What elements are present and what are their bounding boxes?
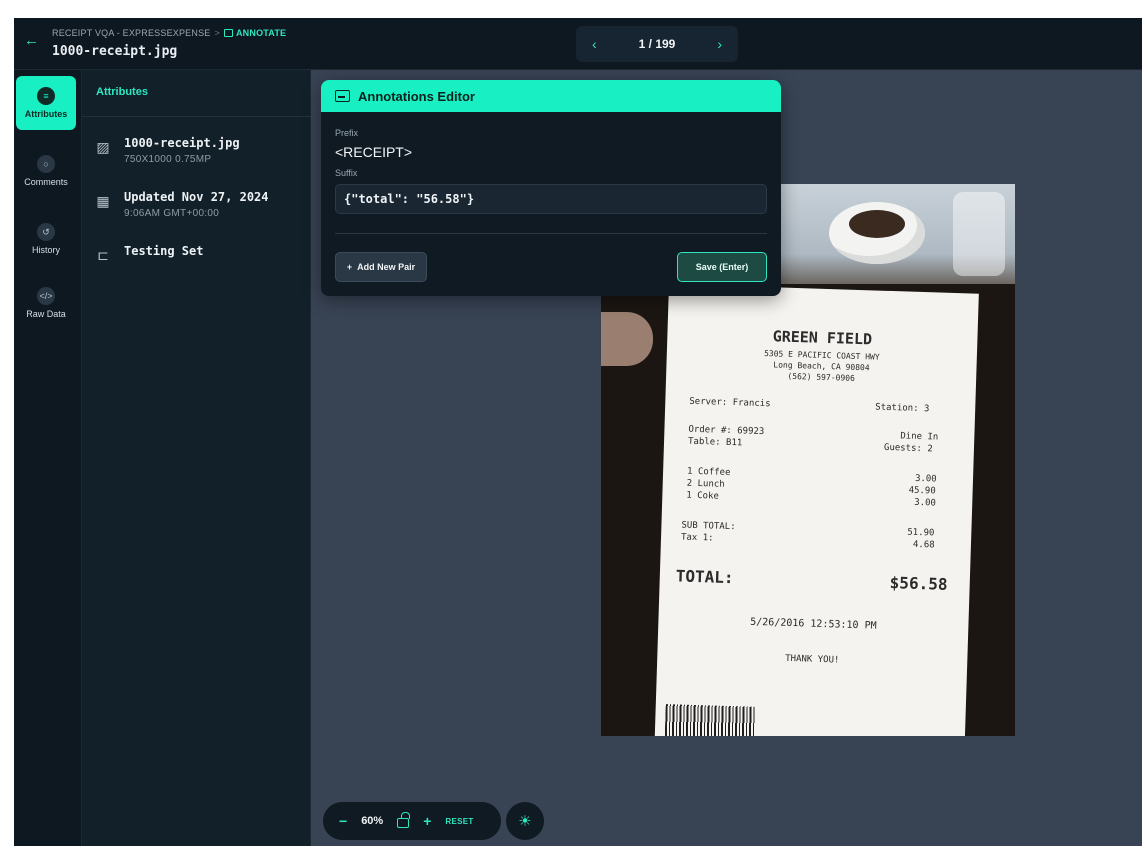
sidebar-rail: ≡ Attributes ○ Comments ↺ History </> Ra… [14, 70, 82, 846]
receipt-item: 2 Lunch [686, 478, 725, 490]
sidebar-item-label: Attributes [24, 109, 68, 119]
page-title: 1000-receipt.jpg [52, 44, 178, 59]
sidebar-item-history[interactable]: ↺ History [16, 212, 76, 266]
divider [82, 116, 311, 117]
add-new-pair-button[interactable]: + Add New Pair [335, 252, 427, 282]
unlock-icon[interactable] [397, 812, 411, 828]
editor-title: Annotations Editor [358, 88, 475, 104]
editor-header[interactable]: Annotations Editor [321, 80, 781, 112]
breadcrumb-separator: > [214, 28, 220, 38]
sidebar-item-raw-data[interactable]: </> Raw Data [16, 276, 76, 330]
receipt-subtotal: 51.90 [907, 527, 935, 539]
sidebar-item-label: History [31, 245, 60, 255]
annotate-icon [223, 29, 233, 37]
image-icon: ▨ [96, 139, 110, 155]
receipt-tax-label: Tax 1: [680, 532, 714, 544]
pager-count: 1 / 199 [638, 37, 676, 51]
receipt-order: Order #: 69923 [688, 424, 765, 438]
reset-button[interactable]: RESET [445, 817, 473, 826]
attributes-title: Attributes [96, 86, 148, 98]
prefix-value[interactable]: <RECEIPT> [335, 144, 412, 160]
water-glass [953, 192, 1005, 276]
attribute-updated: ▦ Updated Nov 27, 2024 9:06AM GMT+00:00 [94, 190, 269, 219]
thumb [601, 312, 653, 366]
sidebar-item-label: Raw Data [26, 309, 66, 319]
add-new-pair-label: Add New Pair [357, 262, 416, 272]
attribute-set[interactable]: ⊏ Testing Set [94, 244, 203, 264]
suffix-label: Suffix [335, 168, 358, 178]
chevron-right-icon[interactable]: › [717, 36, 722, 52]
barcode [664, 704, 756, 736]
breadcrumb-current: ANNOTATE [223, 28, 287, 38]
pager: ‹ 1 / 199 › [576, 26, 738, 62]
attribute-updated-label: Updated Nov 27, 2024 [124, 190, 269, 204]
receipt-table: Table: B11 [687, 436, 743, 449]
attribute-file-name: 1000-receipt.jpg [124, 136, 240, 150]
receipt-item-price: 3.00 [914, 473, 937, 485]
annotation-icon [335, 90, 350, 102]
divider [335, 233, 767, 234]
plus-icon: + [346, 262, 353, 272]
calendar-icon: ▦ [96, 193, 110, 209]
breadcrumb-project[interactable]: RECEIPT VQA - EXPRESSEXPENSE [52, 28, 211, 38]
breadcrumb: RECEIPT VQA - EXPRESSEXPENSE > ANNOTATE [52, 28, 286, 38]
receipt-server: Server: Francis [689, 396, 771, 410]
receipt-paper: GREEN FIELD 5305 E PACIFIC COAST HWY Lon… [654, 284, 979, 736]
sidebar-item-attributes[interactable]: ≡ Attributes [16, 76, 76, 130]
zoom-controls: − 60% + RESET [323, 802, 501, 840]
receipt-station: Station: 3 [875, 402, 930, 415]
chevron-left-icon[interactable]: ‹ [592, 36, 597, 52]
brightness-icon[interactable]: ☀ [506, 802, 544, 840]
prefix-label: Prefix [335, 128, 359, 138]
receipt-guests: Guests: 2 [883, 442, 933, 455]
zoom-level: 60% [361, 815, 384, 827]
save-button[interactable]: Save (Enter) [677, 252, 767, 282]
sidebar-item-comments[interactable]: ○ Comments [16, 144, 76, 198]
receipt-total: $56.58 [889, 573, 948, 594]
zoom-in-button[interactable]: + [423, 813, 431, 829]
receipt-item: 1 Coke [686, 490, 720, 502]
coffee [849, 210, 905, 238]
arrow-left-icon[interactable]: ← [24, 32, 42, 50]
zoom-out-button[interactable]: − [339, 813, 347, 829]
attribute-file-meta: 750X1000 0.75MP [124, 154, 212, 165]
sidebar-item-label: Comments [24, 177, 68, 187]
breadcrumb-current-label: ANNOTATE [235, 28, 287, 38]
app-window: ← RECEIPT VQA - EXPRESSEXPENSE > ANNOTAT… [14, 18, 1142, 846]
folder-icon: ⊏ [97, 247, 109, 263]
receipt-total-label: TOTAL: [675, 566, 734, 588]
code-icon: </> [37, 287, 55, 305]
annotations-editor: Annotations Editor Prefix <RECEIPT> Suff… [321, 80, 781, 296]
receipt-datetime: 5/26/2016 12:53:10 PM [750, 616, 877, 632]
attribute-file: ▨ 1000-receipt.jpg 750X1000 0.75MP [94, 136, 240, 165]
suffix-input[interactable] [335, 184, 767, 214]
comment-icon: ○ [37, 155, 55, 173]
receipt-item-price: 45.90 [908, 485, 936, 497]
attribute-set-label: Testing Set [124, 244, 204, 258]
attribute-updated-meta: 9:06AM GMT+00:00 [124, 208, 220, 219]
list-icon: ≡ [37, 87, 55, 105]
receipt-item-price: 3.00 [914, 497, 937, 509]
receipt-dine: Dine In [900, 431, 939, 443]
top-bar: ← RECEIPT VQA - EXPRESSEXPENSE > ANNOTAT… [14, 18, 1142, 70]
receipt-item: 1 Coffee [686, 466, 731, 479]
receipt-thanks: THANK YOU! [785, 653, 840, 666]
receipt-tax: 4.68 [912, 539, 935, 551]
attributes-panel: Attributes ▨ 1000-receipt.jpg 750X1000 0… [82, 70, 311, 846]
history-icon: ↺ [37, 223, 55, 241]
receipt-subtotal-label: SUB TOTAL: [681, 520, 736, 533]
